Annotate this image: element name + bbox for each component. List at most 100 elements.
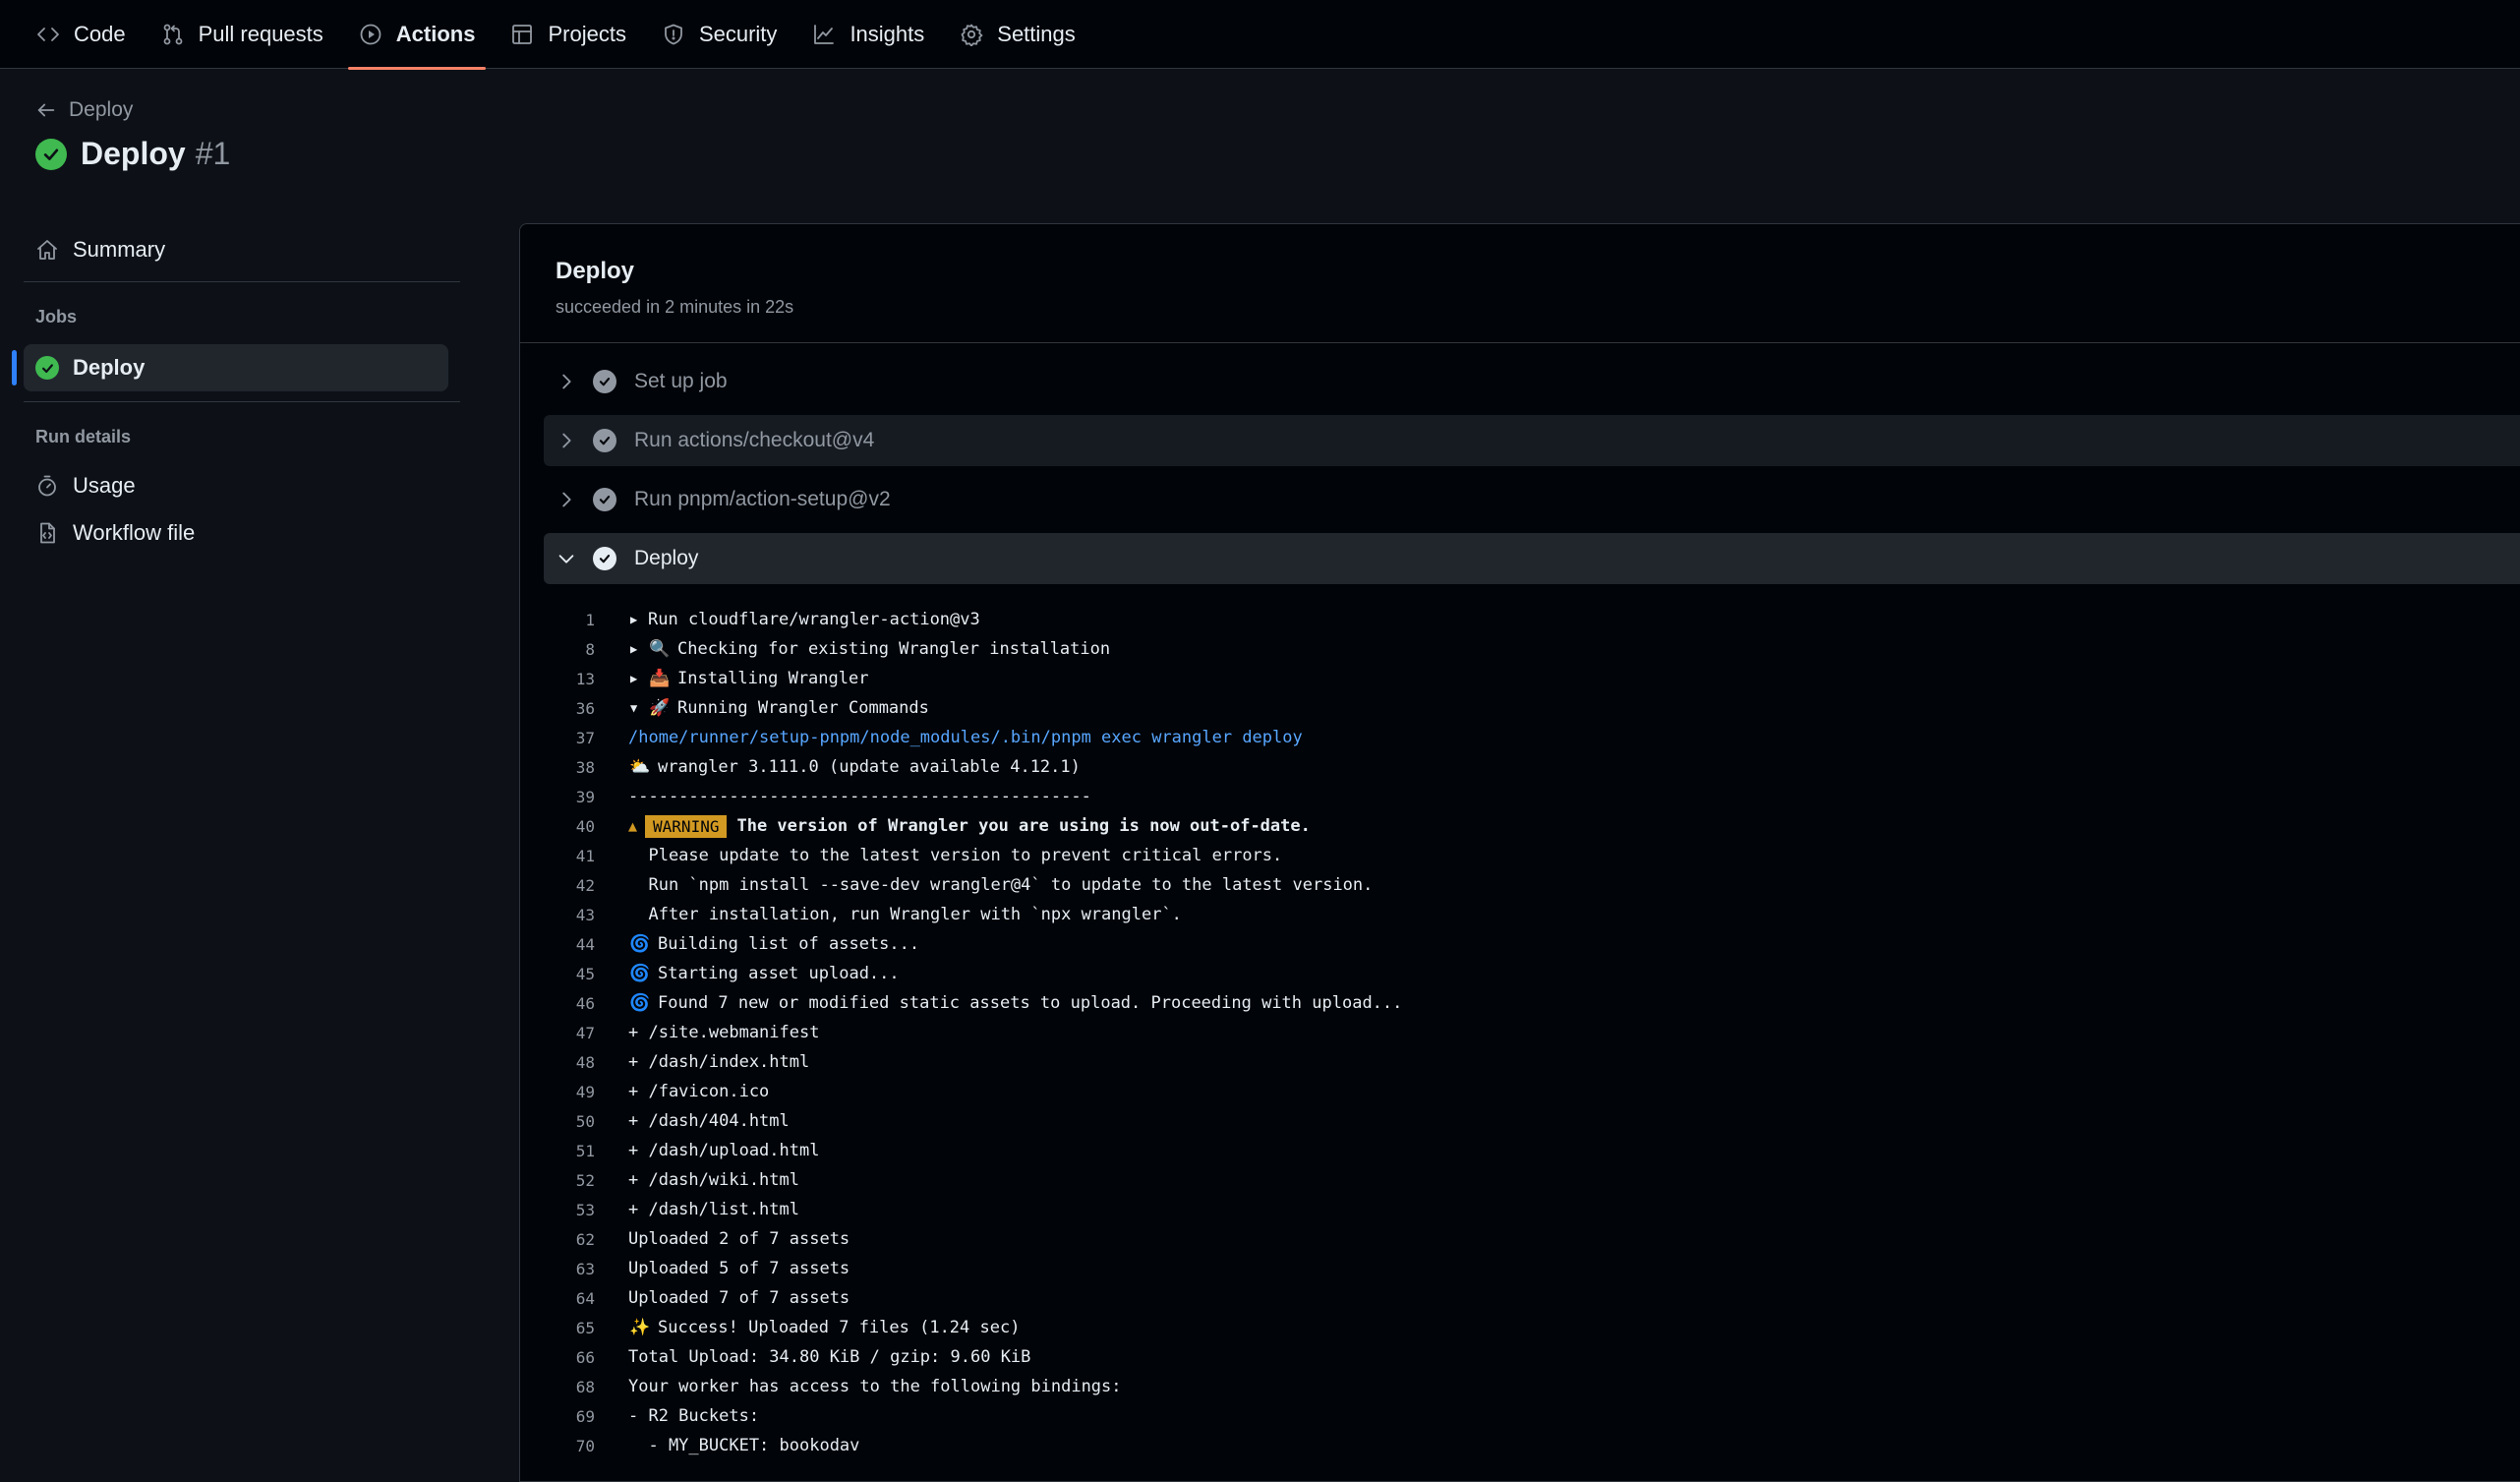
log-line-number[interactable]: 36 (520, 699, 615, 718)
log-line: 53 + /dash/list.html (520, 1195, 2520, 1224)
tab-insights[interactable]: Insights (799, 0, 937, 69)
log-line-number[interactable]: 49 (520, 1083, 615, 1101)
log-line-content: Total Upload: 34.80 KiB / gzip: 9.60 KiB (615, 1347, 1030, 1367)
log-line-text: wrangler 3.111.0 (update available 4.12.… (658, 757, 1081, 777)
log-line-number[interactable]: 41 (520, 847, 615, 865)
log-line-content: /home/runner/setup-pnpm/node_modules/.bi… (615, 728, 1303, 747)
tab-pull-requests[interactable]: Pull requests (148, 0, 336, 69)
warning-icon: ▲ (628, 817, 638, 835)
group-expanded-icon[interactable]: ▼ (630, 701, 642, 715)
log-line-number[interactable]: 13 (520, 670, 615, 688)
log-line[interactable]: 8 ▶ 🔍 Checking for existing Wrangler instal… (520, 634, 2520, 664)
log-line-text: /home/runner/setup-pnpm/node_modules/.bi… (628, 728, 1303, 747)
step-pnpm-setup[interactable]: Run pnpm/action-setup@v2 (544, 474, 2520, 525)
run-title-text: Deploy (81, 136, 186, 171)
back-to-workflow-link[interactable]: Deploy (35, 98, 133, 122)
sidebar-item-workflow-file[interactable]: Workflow file (24, 509, 448, 557)
log-line-number[interactable]: 70 (520, 1437, 615, 1455)
run-details-heading: Run details (35, 427, 132, 446)
step-success-icon (593, 488, 616, 511)
log-line-text: Your worker has access to the following … (628, 1377, 1122, 1396)
log-line[interactable]: 1 ▶ Run cloudflare/wrangler-action@v3 (520, 605, 2520, 634)
log-line-text: - MY_BUCKET: bookodav (628, 1436, 860, 1455)
log-line-number[interactable]: 65 (520, 1319, 615, 1337)
log-line-content: ✨ Success! Uploaded 7 files (1.24 sec) (615, 1318, 1020, 1337)
group-collapsed-icon[interactable]: ▶ (630, 642, 642, 656)
log-line-number[interactable]: 43 (520, 906, 615, 924)
job-title: Deploy (556, 258, 635, 284)
log-emoji-icon: 🌀 (629, 964, 651, 983)
log-line-number[interactable]: 68 (520, 1378, 615, 1396)
log-line-content: ⛅ wrangler 3.111.0 (update available 4.12… (615, 757, 1081, 777)
log-line-text: + /favicon.ico (628, 1082, 770, 1101)
log-line-number[interactable]: 62 (520, 1230, 615, 1249)
gear-icon (961, 24, 983, 46)
play-circle-icon (360, 24, 381, 44)
sidebar-item-job-deploy[interactable]: Deploy (12, 344, 448, 391)
log-line-content: Uploaded 5 of 7 assets (615, 1259, 850, 1278)
log-line-number[interactable]: 51 (520, 1142, 615, 1160)
chevron-right-icon (562, 492, 571, 507)
log-line-content: + /dash/404.html (615, 1111, 790, 1131)
sidebar-item-usage[interactable]: Usage (24, 462, 448, 509)
log-line-text: Run cloudflare/wrangler-action@v3 (648, 610, 980, 629)
log-line-content: - R2 Buckets: (615, 1406, 759, 1426)
log-line: 64 Uploaded 7 of 7 assets (520, 1283, 2520, 1313)
log-line-number[interactable]: 1 (520, 611, 615, 629)
sidebar-divider (24, 401, 460, 402)
log-line-number[interactable]: 66 (520, 1348, 615, 1367)
log-line-content: + /dash/list.html (615, 1200, 799, 1219)
log-line-content: 🌀 Building list of assets... (615, 934, 919, 954)
step-checkout[interactable]: Run actions/checkout@v4 (544, 415, 2520, 466)
log-line-text: Building list of assets... (658, 934, 920, 954)
shield-icon (665, 24, 682, 44)
back-link-label: Deploy (69, 98, 134, 121)
log-line[interactable]: 36 ▼ 🚀 Running Wrangler Commands (520, 693, 2520, 723)
log-line-number[interactable]: 44 (520, 935, 615, 954)
log-line-number[interactable]: 42 (520, 876, 615, 895)
log-line-text: + /dash/wiki.html (628, 1170, 799, 1190)
log-line-number[interactable]: 50 (520, 1112, 615, 1131)
log-line: 63 Uploaded 5 of 7 assets (520, 1254, 2520, 1283)
tab-code[interactable]: Code (24, 0, 139, 69)
step-label: Set up job (634, 370, 728, 392)
log-line-content: Uploaded 7 of 7 assets (615, 1288, 850, 1308)
tab-actions[interactable]: Actions (346, 0, 489, 70)
log-line-number[interactable]: 8 (520, 640, 615, 659)
log-line-text: Running Wrangler Commands (677, 698, 929, 718)
log-line-number[interactable]: 48 (520, 1053, 615, 1072)
log-line-text: Success! Uploaded 7 files (1.24 sec) (658, 1318, 1021, 1337)
log-line-number[interactable]: 64 (520, 1289, 615, 1308)
sidebar-item-summary[interactable]: Summary (24, 226, 448, 273)
log-line: 50 + /dash/404.html (520, 1106, 2520, 1136)
log-line-number[interactable]: 53 (520, 1201, 615, 1219)
log-emoji-icon: 🌀 (629, 934, 651, 954)
chevron-right-icon (562, 433, 571, 448)
log-line-number[interactable]: 52 (520, 1171, 615, 1190)
log-line-content: Please update to the latest version to p… (615, 846, 1282, 865)
log-line-number[interactable]: 37 (520, 729, 615, 747)
log-line: 68 Your worker has access to the followin… (520, 1372, 2520, 1401)
log-line-number[interactable]: 63 (520, 1260, 615, 1278)
log-line-number[interactable]: 45 (520, 965, 615, 983)
log-line-number[interactable]: 39 (520, 788, 615, 806)
step-deploy[interactable]: Deploy (544, 533, 2520, 584)
tab-projects[interactable]: Projects (498, 0, 638, 69)
stopwatch-icon (38, 475, 56, 497)
log-emoji-icon: 📥 (649, 669, 671, 688)
table-icon (512, 24, 533, 44)
log-line: 39 --------------------------------------… (520, 782, 2520, 811)
log-line-number[interactable]: 47 (520, 1024, 615, 1042)
tab-settings[interactable]: Settings (947, 0, 1088, 69)
group-collapsed-icon[interactable]: ▶ (630, 672, 642, 685)
log-line[interactable]: 13 ▶ 📥 Installing Wrangler (520, 664, 2520, 693)
tab-security[interactable]: Security (649, 0, 790, 69)
step-set-up-job[interactable]: Set up job (544, 356, 2520, 407)
log-line-number[interactable]: 69 (520, 1407, 615, 1426)
log-line-text: The version of Wrangler you are using is… (736, 816, 1311, 836)
group-collapsed-icon[interactable]: ▶ (630, 613, 642, 626)
log-line-number[interactable]: 40 (520, 817, 615, 836)
log-line-number[interactable]: 46 (520, 994, 615, 1013)
log-line-content: 🌀 Found 7 new or modified static assets t… (615, 993, 1402, 1013)
log-line-number[interactable]: 38 (520, 758, 615, 777)
